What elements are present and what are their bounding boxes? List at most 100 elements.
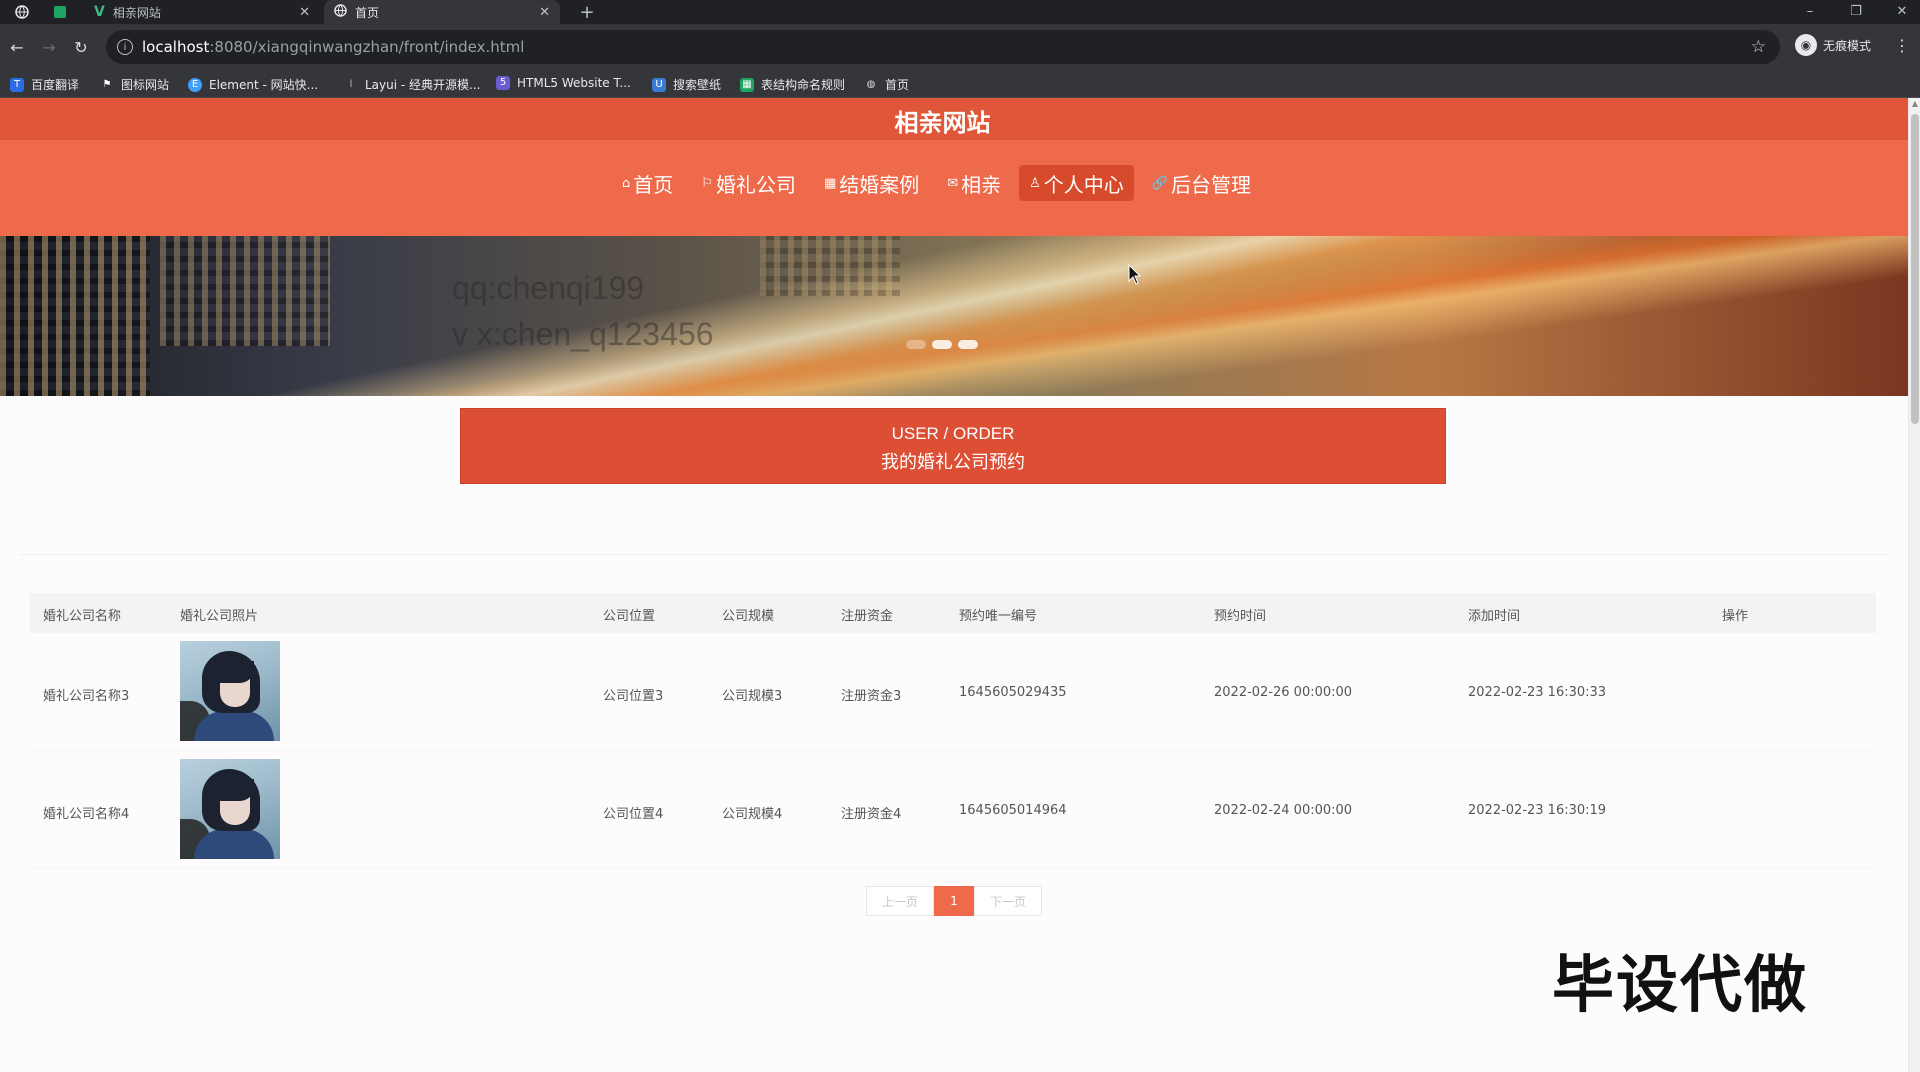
flag-icon: ⚑ [102, 78, 112, 90]
cell-scale: 公司规模4 [722, 807, 783, 822]
back-arrow-icon[interactable]: ← [4, 34, 30, 60]
banner-text-wechat: v x:chen_q123456 [452, 316, 714, 352]
bookmark-item[interactable]: ⚑ 图标网站 [100, 76, 170, 93]
cell-location: 公司位置4 [603, 807, 664, 822]
bookmark-item[interactable]: E Element - 网站快... [188, 76, 318, 93]
url-path: :8080/xiangqinwangzhan/front/index.html [209, 38, 525, 56]
mouse-cursor-icon [1128, 264, 1142, 285]
order-table: 婚礼公司名称 婚礼公司照片 公司位置 公司规模 注册资金 预约唯一编号 预约时间… [30, 593, 1876, 869]
tab-home[interactable]: 首页 ✕ [324, 0, 560, 24]
tab-strip: V 相亲网站 ✕ 首页 ✕ + – ❐ ✕ [0, 0, 1920, 24]
scrollbar-thumb[interactable] [1911, 114, 1919, 424]
globe-icon[interactable] [8, 2, 36, 22]
nav-label: 相亲 [961, 172, 1002, 197]
cell-order-no: 1645605029435 [959, 685, 1067, 700]
cell-company-name: 婚礼公司名称4 [43, 807, 130, 822]
company-photo [180, 641, 280, 741]
column-header: 公司位置 [603, 609, 656, 624]
user-icon: ♙ [1029, 175, 1041, 191]
divider [20, 554, 1888, 555]
cell-capital: 注册资金4 [841, 807, 902, 822]
column-header: 婚礼公司名称 [43, 609, 122, 624]
vue-icon: V [94, 4, 105, 20]
reload-icon[interactable]: ↻ [68, 34, 94, 60]
prev-page-button[interactable]: 上一页 [866, 886, 934, 916]
scroll-up-icon[interactable]: ▲ [1911, 100, 1919, 108]
pinned-sheet-tab-icon[interactable] [46, 2, 74, 22]
new-tab-button[interactable]: + [575, 0, 599, 24]
cell-company-name: 婚礼公司名称3 [43, 689, 130, 704]
nav-label: 首页 [633, 172, 674, 197]
site-header: 相亲网站 ⌂ 首页 ⚐ 婚礼公司 ▦ 结婚案例 ✉ 相亲 ♙ 个人中心 🔗 后台管理 [0, 98, 1908, 236]
bookmark-item[interactable]: ▦ 表结构命名规则 [740, 76, 845, 93]
tab-xiangqin[interactable]: V 相亲网站 ✕ [84, 0, 320, 24]
minimize-button[interactable]: – [1792, 0, 1828, 22]
window-close-button[interactable]: ✕ [1884, 0, 1920, 22]
close-icon[interactable]: ✕ [539, 5, 550, 20]
carousel-indicators [906, 340, 978, 349]
nav-label: 后台管理 [1170, 172, 1251, 197]
bookmarks-bar: T 百度翻译 ⚑ 图标网站 E Element - 网站快... l Layui - 经… [0, 70, 1920, 98]
cell-capital: 注册资金3 [841, 689, 902, 704]
bookmark-item[interactable]: 5 HTML5 Website T... [496, 76, 631, 90]
mail-icon: ✉ [947, 175, 959, 191]
flag-icon: ⚐ [701, 175, 713, 191]
star-icon[interactable]: ☆ [1751, 37, 1766, 57]
cell-location: 公司位置3 [603, 689, 664, 704]
wallpaper-icon: U [652, 77, 666, 92]
next-page-button[interactable]: 下一页 [974, 886, 1042, 916]
hero-banner[interactable]: qq:chenqi199 v x:chen_q123456 [0, 236, 1908, 396]
incognito-label: 无痕模式 [1823, 38, 1872, 53]
carousel-dot[interactable] [958, 340, 978, 349]
cell-add-time: 2022-02-23 16:30:19 [1468, 803, 1607, 818]
nav-label: 结婚案例 [839, 172, 920, 197]
table-row: 婚礼公司名称4 公司位置4 公司规模4 注册资金4 1645605014964 … [30, 751, 1876, 869]
site-title: 相亲网站 [894, 109, 991, 137]
close-icon[interactable]: ✕ [299, 5, 310, 20]
bookmark-label: 首页 [885, 78, 910, 92]
incognito-indicator[interactable]: ◉ 无痕模式 [1795, 34, 1871, 56]
restore-button[interactable]: ❐ [1838, 0, 1874, 22]
bookmark-item[interactable]: ◍ 首页 [864, 76, 909, 93]
bookmark-label: Layui - 经典开源模... [365, 78, 481, 92]
layui-icon: l [349, 78, 353, 90]
table-header: 婚礼公司名称 婚礼公司照片 公司位置 公司规模 注册资金 预约唯一编号 预约时间… [30, 593, 1876, 633]
pagination: 上一页 1 下一页 [866, 886, 1042, 916]
nav-item-wedding-company[interactable]: ⚐ 婚礼公司 [691, 165, 806, 201]
column-header: 婚礼公司照片 [180, 609, 259, 624]
column-header: 操作 [1722, 609, 1749, 624]
sheet-icon: ▦ [740, 77, 754, 92]
globe-icon [334, 4, 347, 20]
bookmark-label: 表结构命名规则 [761, 78, 846, 92]
url-host: localhost [142, 38, 210, 56]
nav-item-home[interactable]: ⌂ 首页 [612, 165, 683, 201]
nav-item-admin[interactable]: 🔗 后台管理 [1142, 165, 1261, 201]
nav-item-wedding-cases[interactable]: ▦ 结婚案例 [814, 165, 929, 201]
page-scrollbar[interactable]: ▲ [1908, 98, 1920, 1072]
nav-item-matchmaking[interactable]: ✉ 相亲 [937, 165, 1011, 201]
bookmark-item[interactable]: l Layui - 经典开源模... [344, 76, 481, 93]
address-bar[interactable]: i localhost:8080/xiangqinwangzhan/front/… [106, 30, 1780, 64]
carousel-dot[interactable] [932, 340, 952, 349]
watermark-text: 毕设代做 [1552, 948, 1809, 1021]
forward-arrow-icon[interactable]: → [36, 34, 62, 60]
menu-icon[interactable]: ⋮ [1894, 36, 1910, 55]
column-header: 添加时间 [1468, 609, 1521, 624]
nav-label: 个人中心 [1043, 172, 1124, 197]
column-header: 预约唯一编号 [959, 609, 1038, 624]
page-number-button[interactable]: 1 [934, 886, 974, 916]
cell-booking-time: 2022-02-24 00:00:00 [1214, 803, 1353, 818]
bookmark-item[interactable]: U 搜索壁纸 [652, 76, 721, 93]
cell-order-no: 1645605014964 [959, 803, 1067, 818]
info-icon[interactable]: i [117, 39, 133, 55]
cell-scale: 公司规模3 [722, 689, 783, 704]
column-header: 公司规模 [722, 609, 775, 624]
column-header: 注册资金 [841, 609, 894, 624]
bookmark-label: Element - 网站快... [209, 78, 319, 92]
banner-building [760, 236, 900, 296]
carousel-dot[interactable] [906, 340, 926, 349]
tab-title: 相亲网站 [112, 5, 161, 20]
element-icon: E [188, 77, 202, 92]
nav-item-personal-center[interactable]: ♙ 个人中心 [1019, 165, 1134, 201]
bookmark-item[interactable]: T 百度翻译 [10, 76, 79, 93]
